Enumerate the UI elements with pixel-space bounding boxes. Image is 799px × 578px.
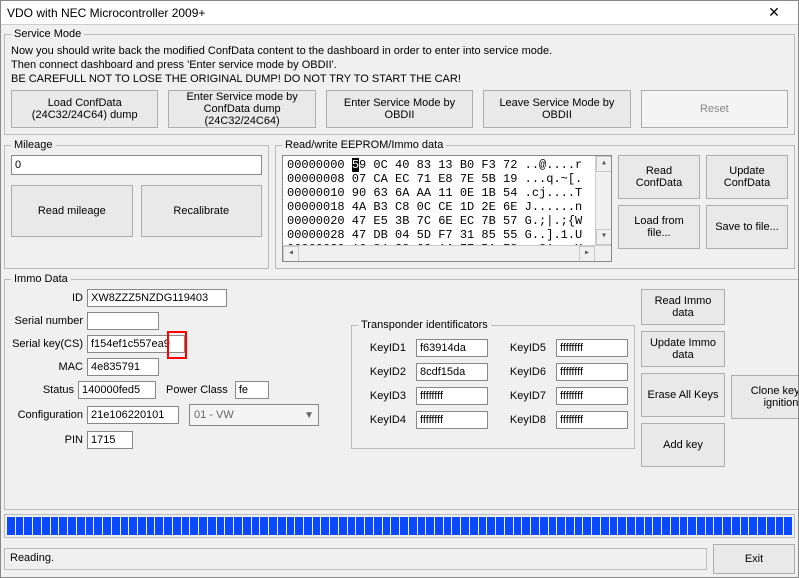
erase-all-keys-button[interactable]: Erase All Keys — [641, 373, 725, 417]
status-field[interactable] — [78, 381, 156, 399]
keyid6-label: KeyID6 — [498, 366, 546, 378]
read-immo-button[interactable]: Read Immo data — [641, 289, 725, 325]
mac-label: MAC — [11, 361, 83, 373]
update-immo-button[interactable]: Update Immo data — [641, 331, 725, 367]
eeprom-group: Read/write EEPROM/Immo data 00000000 59 … — [275, 139, 795, 269]
keyid8-label: KeyID8 — [498, 414, 546, 426]
status-label: Status — [11, 384, 74, 396]
window-title: VDO with NEC Microcontroller 2009+ — [7, 6, 754, 20]
brand-combo-value: 01 - VW — [194, 409, 234, 421]
exit-button[interactable]: Exit — [713, 544, 795, 574]
hex-vertical-scrollbar[interactable]: ▴ ▾ — [595, 156, 611, 245]
keyid5-label: KeyID5 — [498, 342, 546, 354]
scroll-up-icon[interactable]: ▴ — [596, 156, 612, 172]
hex-content: 00000000 59 0C 40 83 13 B0 F3 72 ..@....… — [283, 156, 611, 245]
configuration-label: Configuration — [11, 409, 83, 421]
mac-field[interactable] — [87, 358, 159, 376]
load-from-file-button[interactable]: Load from file... — [618, 205, 700, 249]
keyid7-field[interactable] — [556, 387, 628, 405]
configuration-field[interactable] — [87, 406, 179, 424]
keyid3-label: KeyID3 — [358, 390, 406, 402]
reset-button[interactable]: Reset — [641, 90, 788, 128]
status-text: Reading. — [4, 548, 707, 570]
hex-viewer[interactable]: 00000000 59 0C 40 83 13 B0 F3 72 ..@....… — [282, 155, 612, 262]
keyid2-field[interactable] — [416, 363, 488, 381]
keyid3-field[interactable] — [416, 387, 488, 405]
keyid1-field[interactable] — [416, 339, 488, 357]
scroll-down-icon[interactable]: ▾ — [596, 229, 612, 245]
serial-key-field[interactable] — [87, 335, 185, 353]
progress-bar — [4, 514, 795, 538]
titlebar: VDO with NEC Microcontroller 2009+ ✕ — [1, 1, 798, 25]
service-text-1: Now you should write back the modified C… — [11, 44, 788, 58]
enter-service-dump-button[interactable]: Enter Service mode by ConfData dump (24C… — [168, 90, 315, 128]
transponder-group: Transponder identificators KeyID1 KeyID5… — [351, 319, 635, 449]
keyid6-field[interactable] — [556, 363, 628, 381]
id-label: ID — [11, 292, 83, 304]
power-class-label: Power Class — [166, 384, 228, 396]
keyid7-label: KeyID7 — [498, 390, 546, 402]
scroll-right-icon[interactable]: ▸ — [579, 246, 595, 262]
mileage-legend: Mileage — [11, 139, 56, 151]
scroll-left-icon[interactable]: ◂ — [283, 246, 299, 262]
service-text-2: Then connect dashboard and press 'Enter … — [11, 58, 788, 72]
keyid1-label: KeyID1 — [358, 342, 406, 354]
serial-key-label: Serial key(CS) — [11, 338, 83, 350]
update-confdata-button[interactable]: Update ConfData — [706, 155, 788, 199]
id-field[interactable] — [87, 289, 227, 307]
pin-field[interactable] — [87, 431, 133, 449]
keyid2-label: KeyID2 — [358, 366, 406, 378]
clone-key-button[interactable]: Clone key in ignition — [731, 375, 798, 419]
keyid5-field[interactable] — [556, 339, 628, 357]
service-text-3: BE CAREFULL NOT TO LOSE THE ORIGINAL DUM… — [11, 72, 788, 86]
read-mileage-button[interactable]: Read mileage — [11, 185, 133, 237]
serial-number-field[interactable] — [87, 312, 159, 330]
keyid4-field[interactable] — [416, 411, 488, 429]
brand-combo[interactable]: 01 - VW ▼ — [189, 404, 319, 426]
app-window: VDO with NEC Microcontroller 2009+ ✕ Ser… — [0, 0, 799, 578]
enter-service-obd-button[interactable]: Enter Service Mode by OBDII — [326, 90, 473, 128]
recalibrate-button[interactable]: Recalibrate — [141, 185, 263, 237]
read-confdata-button[interactable]: Read ConfData — [618, 155, 700, 199]
mileage-group: Mileage Read mileage Recalibrate — [4, 139, 269, 269]
save-to-file-button[interactable]: Save to file... — [706, 205, 788, 249]
chevron-down-icon: ▼ — [304, 410, 314, 421]
keyid4-label: KeyID4 — [358, 414, 406, 426]
add-key-button[interactable]: Add key — [641, 423, 725, 467]
load-confdata-button[interactable]: Load ConfData (24C32/24C64) dump — [11, 90, 158, 128]
service-mode-legend: Service Mode — [11, 28, 84, 40]
immo-legend: Immo Data — [11, 273, 71, 285]
service-mode-group: Service Mode Now you should write back t… — [4, 28, 795, 135]
power-class-field[interactable] — [235, 381, 269, 399]
mileage-input[interactable] — [11, 155, 262, 175]
serial-number-label: Serial number — [11, 315, 83, 327]
close-icon[interactable]: ✕ — [754, 4, 794, 21]
pin-label: PIN — [11, 434, 83, 446]
hex-horizontal-scrollbar[interactable]: ◂ ▸ — [283, 245, 611, 261]
immo-data-group: Immo Data ID Serial number — [4, 273, 798, 510]
keyid8-field[interactable] — [556, 411, 628, 429]
eeprom-legend: Read/write EEPROM/Immo data — [282, 139, 446, 151]
leave-service-obd-button[interactable]: Leave Service Mode by OBDII — [483, 90, 630, 128]
transponder-legend: Transponder identificators — [358, 319, 491, 331]
